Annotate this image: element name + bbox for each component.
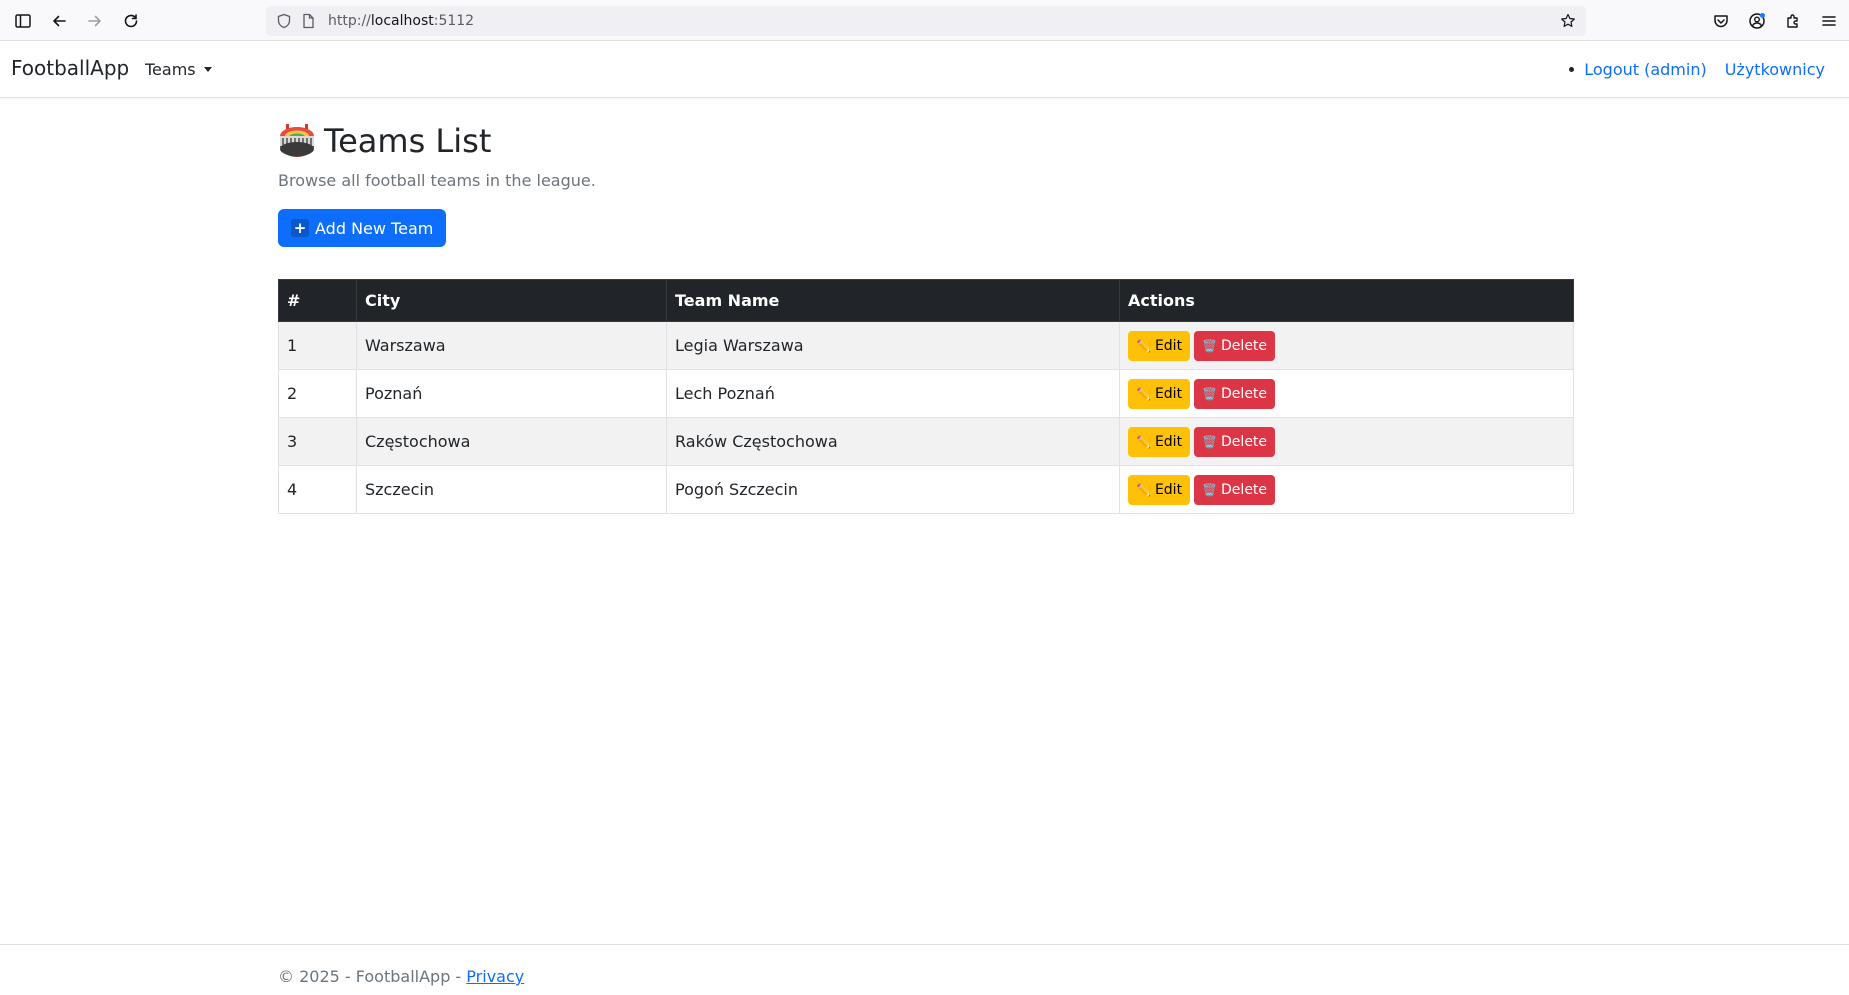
edit-label: Edit xyxy=(1154,337,1183,354)
extensions-icon[interactable] xyxy=(1779,7,1807,35)
teams-dropdown[interactable]: Teams xyxy=(145,60,212,79)
pencil-icon: ✏️ xyxy=(1136,386,1151,401)
caret-down-icon xyxy=(203,67,212,72)
edit-label: Edit xyxy=(1154,481,1183,498)
wastebasket-icon: 🗑️ xyxy=(1202,386,1218,401)
edit-button[interactable]: ✏️ Edit xyxy=(1128,378,1191,409)
brand-link[interactable]: FootballApp xyxy=(11,56,129,80)
delete-button[interactable]: 🗑️ Delete xyxy=(1194,474,1276,505)
cell-team-name: Lech Poznań xyxy=(666,369,1120,418)
table-row: 1 Warszawa Legia Warszawa ✏️ Edit 🗑️ Delete xyxy=(278,321,1574,370)
cell-actions: ✏️ Edit 🗑️ Delete xyxy=(1119,369,1574,418)
reload-icon[interactable] xyxy=(117,7,145,35)
header-number: # xyxy=(278,279,357,322)
bookmark-star-icon[interactable] xyxy=(1560,13,1576,29)
page-icon[interactable] xyxy=(300,13,316,29)
delete-label: Delete xyxy=(1221,337,1268,354)
footer-text: © 2025 - FootballApp - Privacy xyxy=(278,967,524,986)
edit-button[interactable]: ✏️ Edit xyxy=(1128,330,1191,361)
edit-button[interactable]: ✏️ Edit xyxy=(1128,474,1191,505)
wastebasket-icon: 🗑️ xyxy=(1202,338,1218,353)
teams-dropdown-label: Teams xyxy=(145,60,196,79)
stadium-icon xyxy=(280,124,314,157)
add-new-team-button[interactable]: + Add New Team xyxy=(278,209,447,247)
delete-button[interactable]: 🗑️ Delete xyxy=(1194,426,1276,457)
delete-button[interactable]: 🗑️ Delete xyxy=(1194,330,1276,361)
cell-city: Poznań xyxy=(356,369,667,418)
table-row: 4 Szczecin Pogoń Szczecin ✏️ Edit 🗑️ Delete xyxy=(278,465,1574,514)
pencil-icon: ✏️ xyxy=(1136,434,1151,449)
add-new-team-label: Add New Team xyxy=(315,218,434,238)
pencil-icon: ✏️ xyxy=(1136,338,1151,353)
cell-city: Warszawa xyxy=(356,321,667,370)
cell-team-name: Legia Warszawa xyxy=(666,321,1120,370)
cell-number: 4 xyxy=(278,465,357,514)
table-row: 3 Częstochowa Raków Częstochowa ✏️ Edit 🗑️… xyxy=(278,417,1574,466)
cell-number: 2 xyxy=(278,369,357,418)
edit-label: Edit xyxy=(1154,433,1183,450)
pencil-icon: ✏️ xyxy=(1136,482,1151,497)
table-header-row: # City Team Name Actions xyxy=(278,279,1574,322)
delete-label: Delete xyxy=(1221,433,1268,450)
page-footer: © 2025 - FootballApp - Privacy xyxy=(0,944,1849,995)
teams-table: # City Team Name Actions 1 Warszawa Legi… xyxy=(278,279,1574,514)
address-bar[interactable]: http://localhost:5112 xyxy=(266,6,1586,36)
back-arrow-icon[interactable] xyxy=(45,7,73,35)
url-scheme: http:// xyxy=(328,13,371,29)
page-heading: Teams List xyxy=(278,122,491,160)
header-actions: Actions xyxy=(1119,279,1574,322)
cell-actions: ✏️ Edit 🗑️ Delete xyxy=(1119,321,1574,370)
url-host: localhost xyxy=(370,13,434,29)
url-port: :5112 xyxy=(433,13,475,29)
logout-link[interactable]: Logout (admin) xyxy=(1584,60,1706,79)
cell-team-name: Pogoń Szczecin xyxy=(666,465,1120,514)
footer-copyright: © 2025 - FootballApp - xyxy=(278,967,467,986)
edit-button[interactable]: ✏️ Edit xyxy=(1128,426,1191,457)
nav-right: Logout (admin) Użytkownicy xyxy=(1569,60,1825,79)
sidebar-toggle-icon[interactable] xyxy=(9,7,37,35)
delete-label: Delete xyxy=(1221,385,1268,402)
cell-team-name: Raków Częstochowa xyxy=(666,417,1120,466)
app-navbar: FootballApp Teams Logout (admin) Użytkow… xyxy=(0,41,1849,98)
delete-label: Delete xyxy=(1221,481,1268,498)
cell-number: 1 xyxy=(278,321,357,370)
menu-icon[interactable] xyxy=(1815,7,1843,35)
url-text: http://localhost:5112 xyxy=(328,13,474,29)
cell-actions: ✏️ Edit 🗑️ Delete xyxy=(1119,465,1574,514)
browser-toolbar: http://localhost:5112 xyxy=(0,0,1849,41)
privacy-link[interactable]: Privacy xyxy=(466,967,524,986)
header-team-name: Team Name xyxy=(666,279,1120,322)
plus-icon: + xyxy=(291,219,309,237)
page-title: Teams List xyxy=(324,122,492,160)
users-link[interactable]: Użytkownicy xyxy=(1725,60,1825,79)
cell-number: 3 xyxy=(278,417,357,466)
shield-icon[interactable] xyxy=(276,13,292,29)
account-icon[interactable] xyxy=(1743,7,1771,35)
header-city: City xyxy=(356,279,667,322)
cell-city: Częstochowa xyxy=(356,417,667,466)
wastebasket-icon: 🗑️ xyxy=(1202,482,1218,497)
forward-arrow-icon[interactable] xyxy=(81,7,109,35)
page-subtitle: Browse all football teams in the league. xyxy=(278,171,596,190)
list-bullet xyxy=(1569,67,1575,72)
wastebasket-icon: 🗑️ xyxy=(1202,434,1218,449)
cell-city: Szczecin xyxy=(356,465,667,514)
edit-label: Edit xyxy=(1154,385,1183,402)
delete-button[interactable]: 🗑️ Delete xyxy=(1194,378,1276,409)
table-row: 2 Poznań Lech Poznań ✏️ Edit 🗑️ Delete xyxy=(278,369,1574,418)
cell-actions: ✏️ Edit 🗑️ Delete xyxy=(1119,417,1574,466)
pocket-icon[interactable] xyxy=(1707,7,1735,35)
